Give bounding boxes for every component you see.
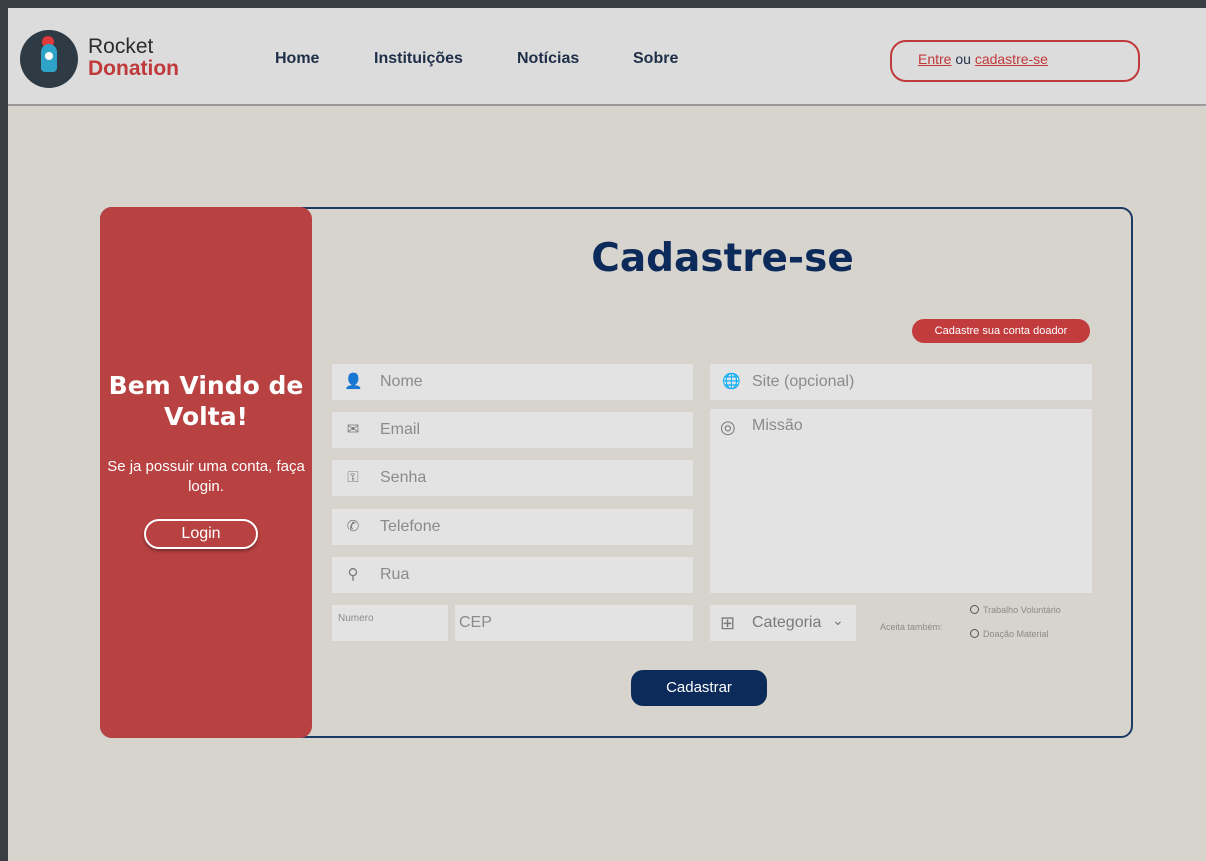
phone-icon: ✆ <box>346 518 360 535</box>
nav-instituicoes[interactable]: Instituições <box>374 50 463 68</box>
street-field[interactable]: ⚲ Rua <box>332 557 693 593</box>
key-icon: ⚿ <box>347 469 359 486</box>
radio-icon[interactable] <box>970 605 979 614</box>
top-header: Rocket Donation Home Instituições Notíci… <box>8 8 1206 106</box>
radio-icon[interactable] <box>970 629 979 638</box>
user-icon: 👤 <box>344 373 363 390</box>
auth-box: Entre ou cadastre-se <box>890 40 1140 82</box>
app-frame: Rocket Donation Home Instituições Notíci… <box>8 8 1206 861</box>
email-field[interactable]: ✉ Email <box>332 412 693 448</box>
cep-field[interactable]: CEP <box>455 605 693 641</box>
mission-placeholder: Missão <box>752 417 803 434</box>
cep-placeholder: CEP <box>459 614 492 631</box>
welcome-text: Se ja possuir uma conta, faça login. <box>107 458 305 495</box>
phone-placeholder: Telefone <box>380 518 441 535</box>
welcome-title: Bem Vindo de Volta! <box>108 371 304 431</box>
brand-line2: Donation <box>88 57 179 80</box>
signup-link[interactable]: cadastre-se <box>975 51 1048 67</box>
login-button[interactable]: Login <box>144 519 258 549</box>
chevron-down-icon: ⌄ <box>832 612 844 628</box>
brand-line1: Rocket <box>88 35 154 58</box>
option-material[interactable]: Doação Material <box>970 629 1049 639</box>
category-label: Categoria <box>752 614 822 631</box>
map-pin-icon: ⚲ <box>347 566 359 583</box>
mission-textarea[interactable]: ◎ Missão <box>710 409 1092 593</box>
globe-icon: 🌐 <box>722 373 741 390</box>
site-placeholder: Site (opcional) <box>752 373 855 390</box>
rocket-window <box>45 52 53 60</box>
rocket-logo-icon[interactable] <box>20 30 78 88</box>
welcome-panel: Bem Vindo de Volta! Se ja possuir uma co… <box>100 207 312 738</box>
option-material-label: Doação Material <box>983 629 1049 639</box>
auth-separator: ou <box>955 51 971 67</box>
nav-sobre[interactable]: Sobre <box>633 50 678 68</box>
password-field[interactable]: ⚿ Senha <box>332 460 693 496</box>
option-volunteer[interactable]: Trabalho Voluntário <box>970 605 1061 615</box>
nav-home[interactable]: Home <box>275 50 319 68</box>
donor-signup-button[interactable]: Cadastre sua conta doador <box>912 319 1090 343</box>
password-placeholder: Senha <box>380 469 427 486</box>
grid-icon: ⊞ <box>720 613 736 633</box>
option-volunteer-label: Trabalho Voluntário <box>983 605 1061 615</box>
number-placeholder: Numero <box>338 613 374 624</box>
email-placeholder: Email <box>380 421 421 438</box>
category-select[interactable]: ⊞ Categoria ⌄ <box>710 605 856 641</box>
site-field[interactable]: 🌐 Site (opcional) <box>710 364 1092 400</box>
street-placeholder: Rua <box>380 566 410 583</box>
nav-noticias[interactable]: Notícias <box>517 50 579 68</box>
envelope-icon: ✉ <box>346 421 360 438</box>
name-placeholder: Nome <box>380 373 423 390</box>
name-field[interactable]: 👤 Nome <box>332 364 693 400</box>
brand-name: Rocket Donation <box>88 36 179 80</box>
submit-button[interactable]: Cadastrar <box>631 670 767 706</box>
phone-field[interactable]: ✆ Telefone <box>332 509 693 545</box>
number-field[interactable]: Numero <box>332 605 448 641</box>
page-title: Cadastre-se <box>591 236 854 281</box>
accepts-label: Aceita também: <box>880 622 943 632</box>
login-link[interactable]: Entre <box>918 51 951 67</box>
target-icon: ◎ <box>720 417 736 437</box>
